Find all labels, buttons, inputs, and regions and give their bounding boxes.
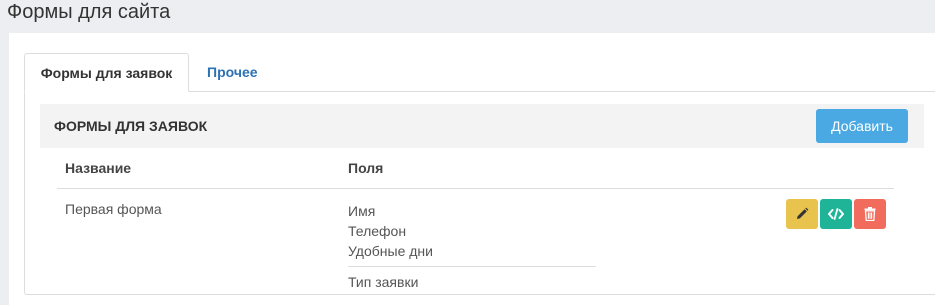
field-item: Имя (348, 203, 376, 219)
add-button[interactable]: Добавить (816, 109, 908, 143)
form-name: Первая форма (65, 201, 162, 217)
tab-forms[interactable]: Формы для заявок (24, 53, 189, 92)
field-item-extra: Тип заявки (348, 266, 596, 292)
edit-button[interactable] (786, 199, 818, 229)
forms-table: Название Поля Первая форма Имя Телефон У… (57, 148, 894, 292)
code-icon (828, 208, 844, 220)
field-item: Телефон (348, 223, 407, 239)
page-title: Формы для сайта (7, 1, 171, 23)
tab-bar: Формы для заявок Прочее (24, 53, 935, 92)
column-header-name[interactable]: Название (65, 148, 131, 189)
box-header: ФОРМЫ ДЛЯ ЗАЯВОК Добавить (40, 104, 924, 148)
pencil-icon (797, 207, 809, 219)
tab-other[interactable]: Прочее (192, 53, 273, 92)
embed-code-button[interactable] (820, 199, 852, 229)
column-header-fields[interactable]: Поля (348, 148, 383, 189)
box-title: ФОРМЫ ДЛЯ ЗАЯВОК (54, 118, 208, 134)
main-panel: Формы для заявок Прочее ФОРМЫ ДЛЯ ЗАЯВОК… (9, 33, 935, 305)
trash-icon (864, 207, 876, 221)
field-item: Удобные дни (348, 243, 433, 259)
delete-button[interactable] (854, 199, 886, 229)
table-header-row: Название Поля (57, 148, 894, 189)
tab-content: ФОРМЫ ДЛЯ ЗАЯВОК Добавить Название Поля … (24, 91, 935, 295)
table-row: Первая форма Имя Телефон Удобные дни Тип… (57, 189, 894, 292)
fields-list: Имя Телефон Удобные дни Тип заявки (348, 201, 596, 292)
